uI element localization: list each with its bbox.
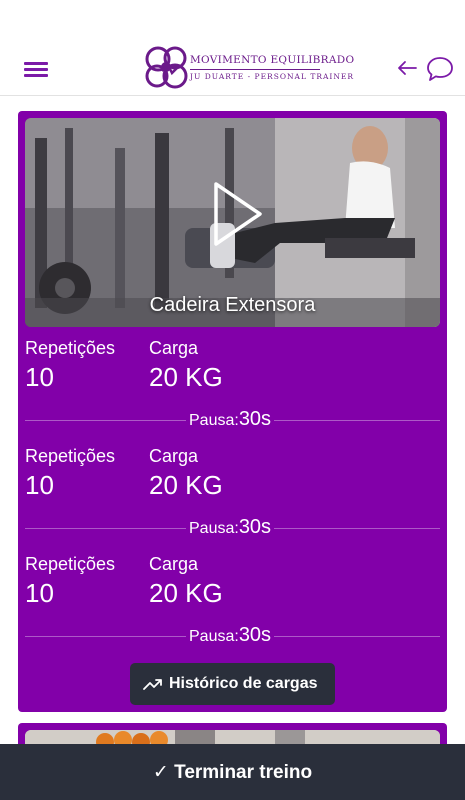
load-value: 20 KG	[149, 362, 223, 392]
pause-label: Pausa:	[189, 628, 239, 645]
logo-subtitle: JU DUARTE - PERSONAL TRAINER	[190, 72, 355, 81]
set-row: Repetições 10 Carga 20 KG Pausa:30s	[25, 444, 440, 552]
reps-value: 10	[25, 362, 54, 392]
load-history-label: Histórico de cargas	[169, 675, 318, 692]
pause-divider: Pausa:30s	[25, 516, 440, 540]
brand-logo: MOVIMENTO EQUILIBRADO JU DUARTE - PERSON…	[144, 45, 354, 93]
reps-value: 10	[25, 470, 54, 500]
load-history-button[interactable]: Histórico de cargas	[130, 663, 335, 705]
pause-value: 30s	[238, 516, 272, 538]
finish-workout-button[interactable]: ✓ Terminar treino	[0, 744, 465, 800]
chat-bubble-icon	[427, 57, 453, 81]
logo-divider	[190, 69, 320, 70]
reps-value: 10	[25, 578, 54, 608]
menu-icon-bar	[24, 68, 48, 71]
logo-emblem-icon	[145, 46, 188, 89]
exercise-name: Cadeira Extensora	[149, 294, 316, 316]
load-label: Carga	[149, 338, 199, 358]
play-icon	[214, 182, 262, 246]
back-button[interactable]	[396, 58, 418, 78]
pause-divider: Pausa:30s	[25, 408, 440, 432]
pause-value: 30s	[238, 624, 272, 646]
load-value: 20 KG	[149, 578, 223, 608]
trending-up-icon	[143, 679, 162, 690]
pause-text: Pausa:30s	[186, 408, 275, 431]
app-header: MOVIMENTO EQUILIBRADO JU DUARTE - PERSON…	[0, 0, 465, 96]
pause-label: Pausa:	[189, 412, 239, 429]
load-label: Carga	[149, 554, 199, 574]
pause-value: 30s	[238, 408, 272, 430]
reps-label: Repetições	[25, 446, 116, 466]
exercise-video[interactable]: Cadeira Extensora	[25, 118, 440, 327]
chat-button[interactable]	[426, 56, 454, 82]
load-label: Carga	[149, 446, 199, 466]
pause-text: Pausa:30s	[186, 516, 275, 539]
finish-workout-label: ✓ Terminar treino	[152, 762, 313, 783]
exercise-card: Cadeira Extensora Repetições 10 Carga 20…	[18, 111, 447, 712]
logo-title: MOVIMENTO EQUILIBRADO	[190, 54, 355, 66]
pause-label: Pausa:	[189, 520, 239, 537]
arrow-left-icon	[398, 61, 417, 75]
set-row: Repetições 10 Carga 20 KG Pausa:30s	[25, 336, 440, 444]
load-value: 20 KG	[149, 470, 223, 500]
pause-divider: Pausa:30s	[25, 624, 440, 648]
menu-button[interactable]	[24, 60, 50, 78]
reps-label: Repetições	[25, 554, 116, 574]
reps-label: Repetições	[25, 338, 116, 358]
pause-text: Pausa:30s	[186, 624, 275, 647]
menu-icon-bar	[24, 62, 48, 65]
menu-icon-bar	[24, 74, 48, 77]
set-row: Repetições 10 Carga 20 KG Pausa:30s	[25, 552, 440, 660]
